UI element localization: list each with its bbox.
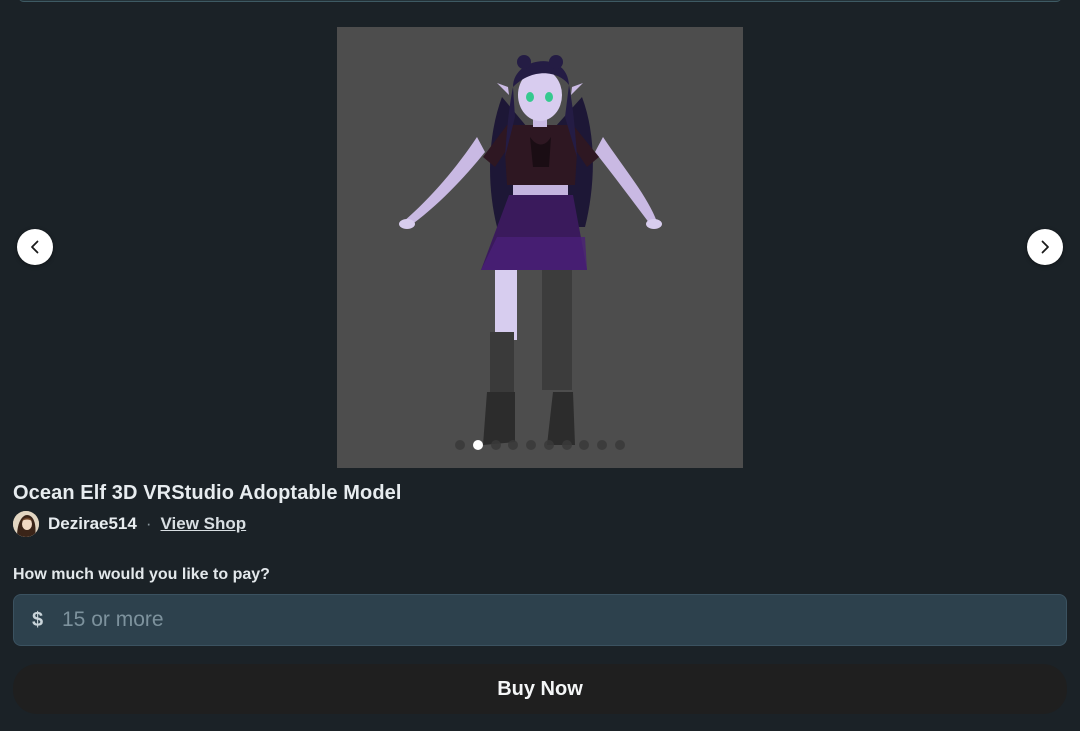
seller-info: Dezirae514 · View Shop [13, 510, 246, 538]
pay-amount-label: How much would you like to pay? [13, 566, 270, 583]
carousel-dot[interactable] [543, 440, 554, 450]
pay-amount-input[interactable] [62, 595, 1066, 645]
carousel-dot[interactable] [614, 440, 625, 450]
seller-avatar[interactable] [13, 511, 39, 537]
carousel-dot[interactable] [561, 440, 572, 450]
chevron-right-icon [1041, 240, 1049, 254]
previous-image-button[interactable] [17, 229, 53, 265]
carousel-dot[interactable] [526, 440, 537, 450]
product-image[interactable] [337, 27, 743, 468]
image-gallery [0, 0, 1080, 478]
carousel-dot[interactable] [455, 440, 466, 450]
carousel-dot-active[interactable] [473, 440, 484, 450]
seller-name[interactable]: Dezirae514 [48, 514, 137, 534]
next-image-button[interactable] [1027, 229, 1063, 265]
character-model-render [399, 55, 662, 445]
product-title: Ocean Elf 3D VRStudio Adoptable Model [13, 482, 402, 504]
carousel-indicators [337, 440, 743, 450]
chevron-left-icon [31, 240, 39, 254]
separator: · [145, 514, 152, 533]
carousel-dot[interactable] [596, 440, 607, 450]
buy-now-button[interactable]: Buy Now [13, 664, 1067, 714]
pay-amount-field: $ [13, 594, 1067, 646]
carousel-dot[interactable] [490, 440, 501, 450]
avatar-image-icon [13, 511, 39, 537]
currency-symbol: $ [32, 608, 44, 631]
view-shop-link[interactable]: View Shop [161, 514, 247, 534]
carousel-dot[interactable] [579, 440, 590, 450]
carousel-dot[interactable] [508, 440, 519, 450]
